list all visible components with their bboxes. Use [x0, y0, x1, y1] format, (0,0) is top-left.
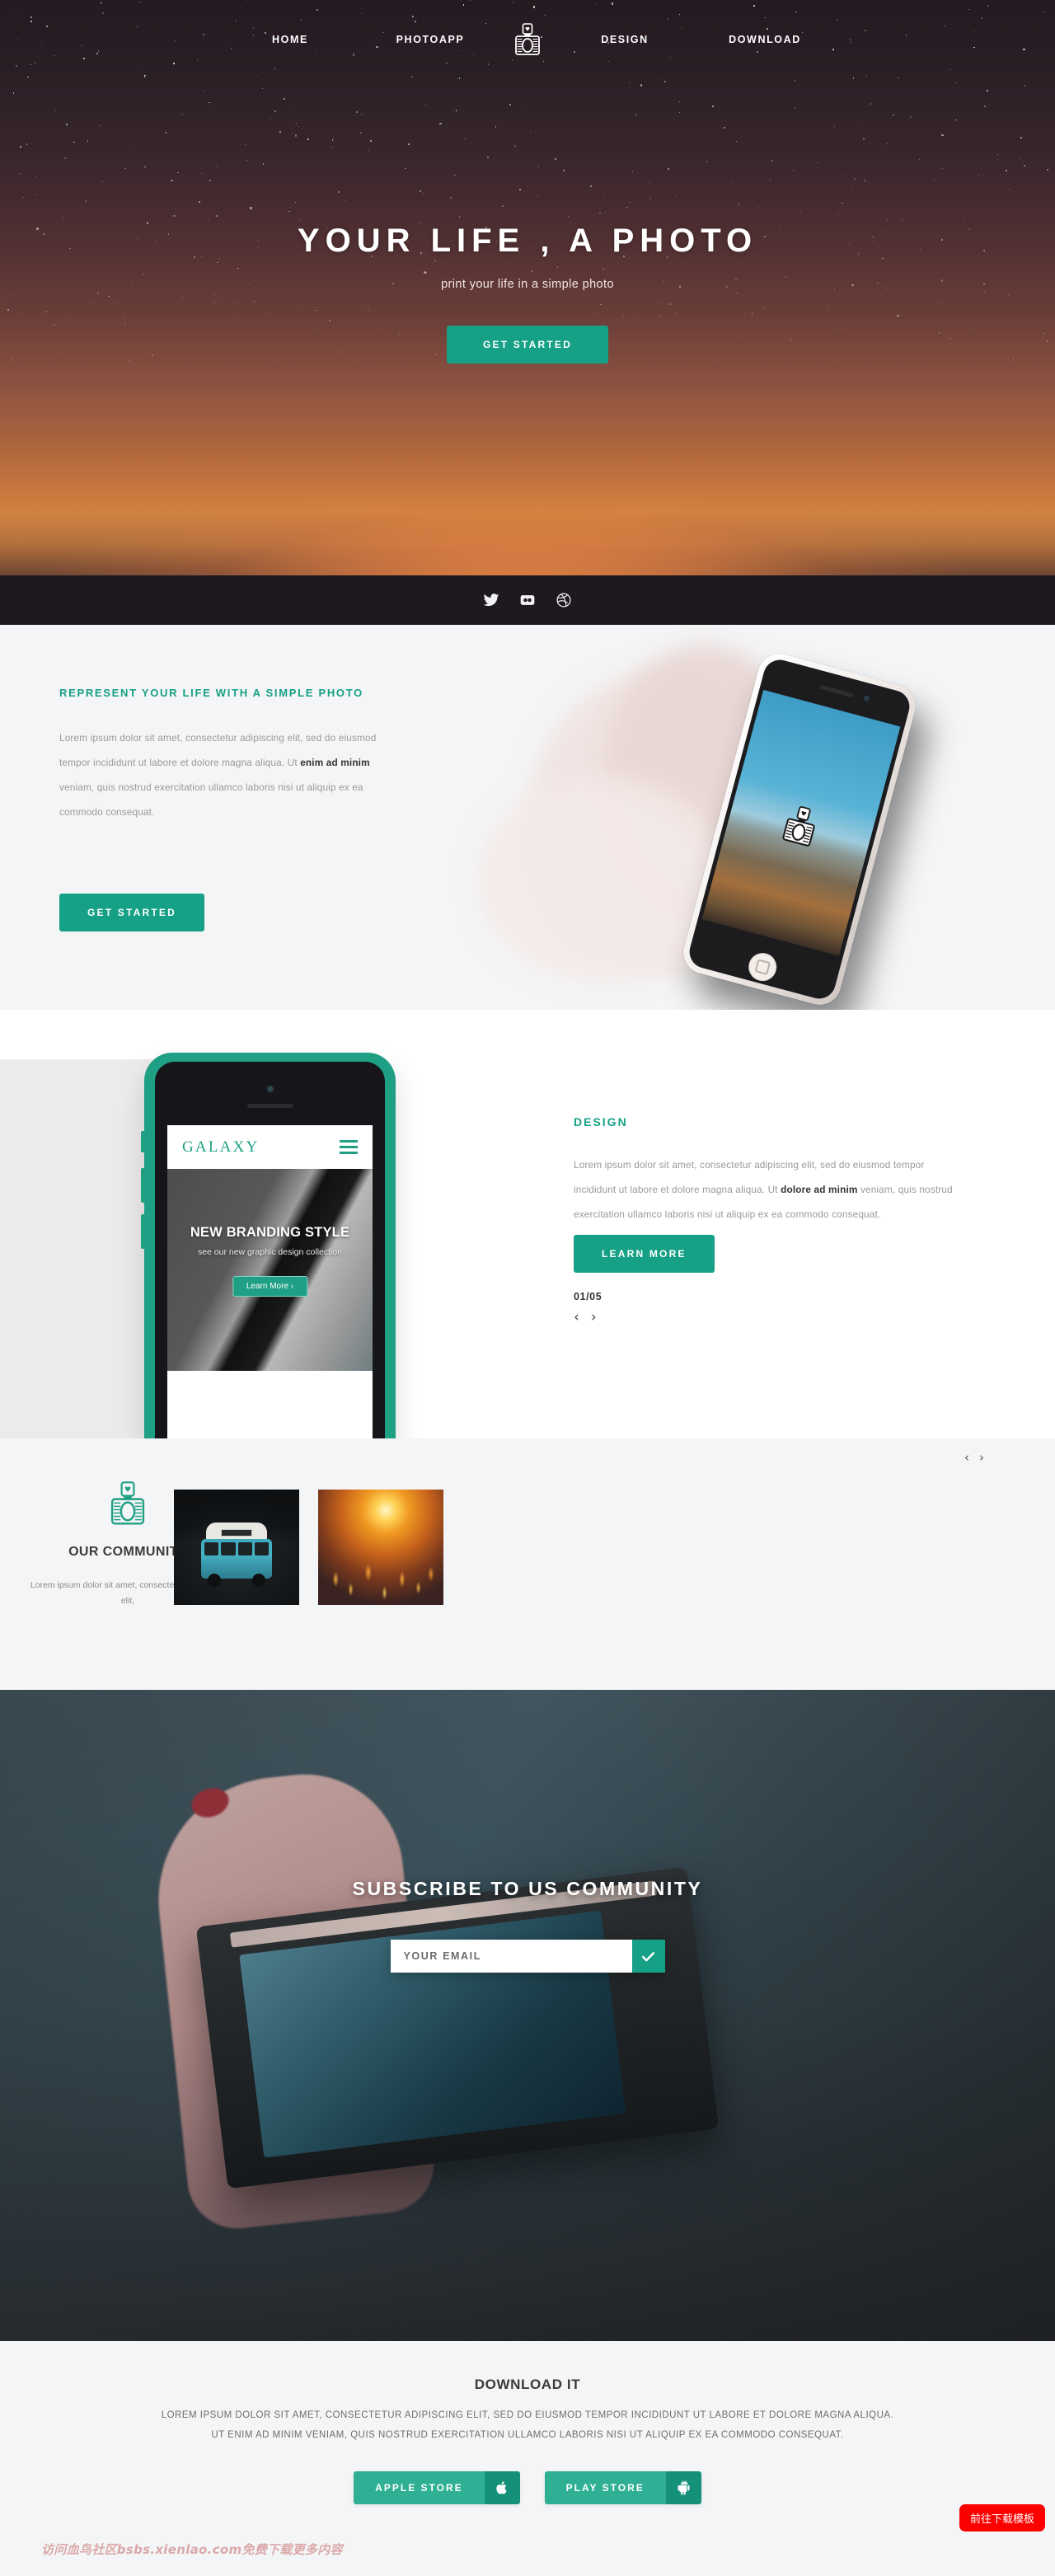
front-camera-icon — [267, 1086, 273, 1091]
subscribe-section: SUBSCRIBE TO US COMMUNITY — [0, 1690, 1055, 2341]
represent-section: REPRESENT YOUR LIFE WITH A SIMPLE PHOTO … — [0, 625, 1055, 1010]
represent-get-started-button[interactable]: GET STARTED — [59, 894, 204, 931]
subscribe-title: SUBSCRIBE TO US COMMUNITY — [352, 1878, 703, 1899]
play-store-label: PLAY STORE — [544, 2471, 666, 2505]
community-photo-van[interactable] — [174, 1490, 299, 1605]
represent-kicker: REPRESENT YOUR LIFE WITH A SIMPLE PHOTO — [59, 687, 363, 699]
galaxy-slide-subtitle: see our new graphic design collection — [197, 1247, 343, 1257]
design-learn-more-button[interactable]: LEARN MORE — [574, 1235, 715, 1274]
represent-copy: Lorem ipsum dolor sit amet, consectetur … — [59, 731, 377, 818]
community-prev-arrow-icon[interactable]: ‹ — [964, 1450, 969, 1465]
community-next-arrow-icon[interactable]: › — [979, 1450, 984, 1465]
apple-store-label: APPLE STORE — [354, 2471, 485, 2505]
site-watermark: 访问血鸟社区bsbs.xienlao.com免费下载更多内容 — [41, 2542, 343, 2557]
galaxy-learn-more-button[interactable]: Learn More › — [232, 1276, 308, 1297]
design-kicker: DESIGN — [574, 1115, 628, 1128]
galaxy-topbar: GALAXY — [167, 1125, 373, 1169]
hamburger-menu-icon[interactable] — [340, 1140, 358, 1154]
hand-phone-photo — [429, 625, 1006, 1010]
social-flickr[interactable] — [519, 592, 536, 608]
galaxy-slide-title: NEW BRANDING STYLE — [190, 1225, 350, 1240]
hero-subtitle: print your life in a simple photo — [441, 278, 614, 291]
apple-store-button[interactable]: APPLE STORE — [354, 2471, 520, 2505]
photo-grain-overlay — [0, 1690, 1055, 2341]
galaxy-logo: GALAXY — [182, 1138, 260, 1156]
subscribe-submit-button[interactable] — [631, 1940, 665, 1973]
camera-icon — [515, 23, 540, 55]
twitter-icon — [483, 594, 499, 607]
galaxy-screen: GALAXY NEW BRANDING STYLE see our new gr… — [167, 1125, 373, 1438]
design-section: GALAXY NEW BRANDING STYLE see our new gr… — [0, 1010, 1055, 1438]
nav-item-home[interactable]: HOME — [220, 34, 360, 45]
galaxy-phone-mockup: GALAXY NEW BRANDING STYLE see our new gr… — [141, 1053, 396, 1438]
community-photo-sunset[interactable] — [318, 1490, 443, 1605]
design-text: DESIGN Lorem ipsum dolor sit amet, conse… — [574, 1115, 961, 1325]
dribbble-icon — [556, 593, 571, 608]
design-prev-arrow-icon[interactable]: ‹ — [574, 1311, 579, 1325]
nav-item-photoapp[interactable]: PHOTOAPP — [360, 34, 500, 45]
logo[interactable] — [500, 23, 555, 56]
hero-title: YOUR LIFE , A PHOTO — [297, 223, 758, 259]
main-nav: HOME PHOTOAPP DESIGN DOWNLOAD — [0, 0, 1055, 79]
subscribe-content: SUBSCRIBE TO US COMMUNITY — [0, 1878, 1055, 1973]
check-icon — [641, 1951, 655, 1961]
flickr-icon — [520, 595, 535, 605]
community-slider-arrows: ‹ › — [964, 1450, 984, 1465]
design-copy: Lorem ipsum dolor sit amet, consectetur … — [574, 1159, 953, 1221]
play-store-button[interactable]: PLAY STORE — [544, 2471, 701, 2505]
design-next-arrow-icon[interactable]: › — [591, 1311, 597, 1325]
download-title: DOWNLOAD IT — [474, 2377, 581, 2392]
represent-text: REPRESENT YOUR LIFE WITH A SIMPLE PHOTO … — [59, 685, 406, 824]
community-section: ‹ › OUR COMMUNITY Lorem ipsum dolor sit … — [0, 1438, 1055, 1690]
nav-item-download[interactable]: DOWNLOAD — [695, 34, 835, 45]
van-illustration — [201, 1523, 272, 1587]
page-root: HOME PHOTOAPP DESIGN DOWNLOAD YOUR LIFE … — [0, 0, 1055, 2576]
download-template-badge[interactable]: 前往下载模板 — [959, 2504, 1045, 2531]
hero-get-started-button[interactable]: GET STARTED — [447, 326, 608, 364]
camera-icon — [110, 1481, 145, 1525]
camera-icon — [779, 803, 822, 853]
social-links — [0, 586, 1055, 614]
subscribe-form — [390, 1940, 665, 1973]
download-section: DOWNLOAD IT LOREM IPSUM DOLOR SIT AMET, … — [0, 2341, 1055, 2576]
nav-item-design[interactable]: DESIGN — [555, 34, 695, 45]
android-icon — [665, 2471, 701, 2505]
apple-icon — [484, 2471, 520, 2505]
social-twitter[interactable] — [483, 592, 499, 608]
hero-content: YOUR LIFE , A PHOTO print your life in a… — [0, 223, 1055, 364]
store-buttons: APPLE STORE PLAY STORE — [0, 2471, 1055, 2505]
download-copy: LOREM IPSUM DOLOR SIT AMET, CONSECTETUR … — [161, 2410, 894, 2440]
design-slider-arrows: ‹ › — [574, 1311, 961, 1325]
email-input[interactable] — [390, 1940, 632, 1973]
earpiece-speaker — [246, 1104, 293, 1108]
galaxy-slide: NEW BRANDING STYLE see our new graphic d… — [167, 1169, 373, 1371]
hero-section: HOME PHOTOAPP DESIGN DOWNLOAD YOUR LIFE … — [0, 0, 1055, 625]
design-slide-counter: 01/05 — [574, 1291, 603, 1303]
social-dribbble[interactable] — [556, 592, 572, 608]
